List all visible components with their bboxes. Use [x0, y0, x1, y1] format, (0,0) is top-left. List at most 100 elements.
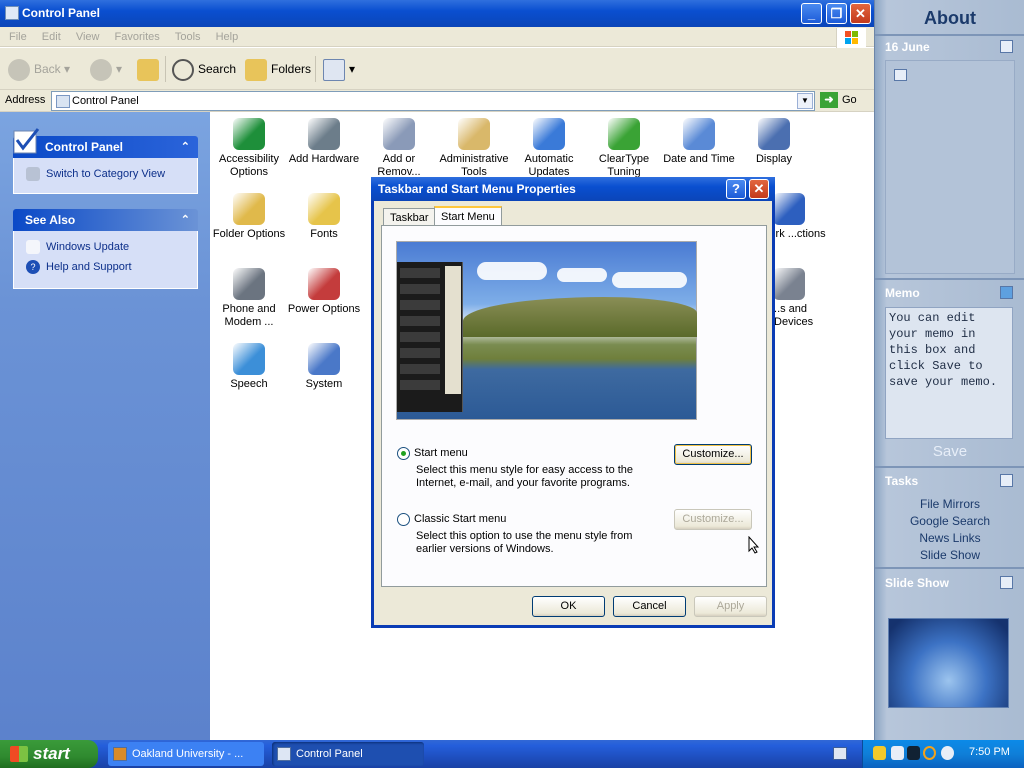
- switch-to-category-view-link[interactable]: Switch to Category View: [26, 167, 165, 181]
- cleartype-tuning-item[interactable]: ClearType Tuning: [586, 118, 662, 179]
- search-button[interactable]: Search: [172, 56, 236, 82]
- collapse-chevron-icon[interactable]: ⌃: [181, 140, 190, 153]
- memo-header: Memo: [875, 282, 1024, 304]
- task-news-links[interactable]: News Links: [875, 531, 1024, 545]
- date-and-time-item[interactable]: Date and Time: [661, 118, 737, 166]
- toolbar-separator: [165, 56, 166, 82]
- date-header: 16 June: [875, 36, 1024, 58]
- classic-start-menu-label: Classic Start menu: [414, 513, 507, 525]
- console-tray-icon[interactable]: [907, 746, 920, 760]
- phone-and-modem-item[interactable]: Phone and Modem ...: [211, 268, 287, 329]
- close-button[interactable]: ✕: [850, 3, 871, 24]
- sidebar-about-title[interactable]: About: [875, 8, 1024, 29]
- menu-tools[interactable]: Tools: [175, 27, 201, 47]
- customize-classic-menu-button[interactable]: Customize...: [674, 509, 752, 530]
- address-input[interactable]: Control Panel ▼: [51, 91, 815, 111]
- ok-button[interactable]: OK: [532, 596, 605, 617]
- menu-help[interactable]: Help: [216, 27, 239, 47]
- dialog-title: Taskbar and Start Menu Properties: [378, 182, 576, 196]
- sidebar-divider: [875, 278, 1024, 280]
- standard-toolbar: Back ▾ ▾ Search Folders ▾: [0, 48, 874, 90]
- language-bar-icon[interactable]: [833, 747, 847, 760]
- tasks-title: Tasks: [885, 474, 919, 488]
- restore-button[interactable]: ❐: [826, 3, 847, 24]
- window-titlebar[interactable]: Control Panel _ ❐ ✕: [0, 0, 874, 27]
- administrative-tools-item[interactable]: Administrative Tools: [436, 118, 512, 179]
- volume-tray-icon[interactable]: [941, 746, 954, 760]
- slideshow-image[interactable]: [888, 618, 1009, 708]
- display-icon: [758, 118, 790, 150]
- back-arrow-icon: [8, 58, 30, 81]
- automatic-updates-icon: [533, 118, 565, 150]
- toolbar-separator: [315, 56, 316, 82]
- search-icon: [172, 58, 194, 81]
- sidebar-date: 16 June: [885, 40, 930, 54]
- see-also-pane-header[interactable]: See Also ⌃: [13, 209, 198, 231]
- classic-start-menu-description: Select this option to use the menu style…: [416, 530, 633, 555]
- help-button[interactable]: ?: [726, 179, 746, 199]
- dialog-close-button[interactable]: ✕: [749, 179, 769, 199]
- start-menu-preview-image: [396, 241, 697, 420]
- display-item[interactable]: Display: [736, 118, 812, 166]
- tasks-icon[interactable]: [1000, 474, 1013, 487]
- task-file-mirrors[interactable]: File Mirrors: [875, 497, 1024, 511]
- folders-button[interactable]: Folders: [245, 56, 311, 82]
- go-button[interactable]: ➜ Go: [820, 92, 857, 108]
- start-button[interactable]: start: [0, 740, 98, 768]
- memo-icon[interactable]: [1000, 286, 1013, 299]
- collapse-chevron-icon[interactable]: ⌃: [181, 213, 190, 226]
- dialog-titlebar[interactable]: Taskbar and Start Menu Properties ? ✕: [371, 177, 775, 201]
- task-google-search[interactable]: Google Search: [875, 514, 1024, 528]
- calendar-icon[interactable]: [1000, 40, 1013, 53]
- taskbar-start-menu-properties-dialog: Taskbar and Start Menu Properties ? ✕ Ta…: [371, 177, 775, 628]
- customize-start-menu-button[interactable]: Customize...: [674, 444, 752, 465]
- forward-button[interactable]: ▾: [90, 56, 122, 82]
- classic-start-menu-radio[interactable]: [397, 513, 410, 526]
- folder-options-icon: [233, 193, 265, 225]
- forward-arrow-icon: [90, 58, 112, 81]
- speech-item[interactable]: Speech: [211, 343, 287, 391]
- search-tray-icon[interactable]: [923, 746, 936, 760]
- address-value: Control Panel: [72, 95, 139, 107]
- system-tray: 7:50 PM: [862, 740, 1024, 768]
- menu-file[interactable]: File: [9, 27, 27, 47]
- cancel-button[interactable]: Cancel: [613, 596, 686, 617]
- fonts-folder-icon: [308, 193, 340, 225]
- apply-button[interactable]: Apply: [694, 596, 767, 617]
- minimize-button[interactable]: _: [801, 3, 822, 24]
- menu-edit[interactable]: Edit: [42, 27, 61, 47]
- help-and-support-link[interactable]: ? Help and Support: [26, 260, 132, 274]
- add-hardware-item[interactable]: Add Hardware: [286, 118, 362, 166]
- control-panel-pane-header[interactable]: Control Panel ⌃: [13, 128, 198, 158]
- help-icon: ?: [26, 260, 40, 274]
- control-panel-pane-body: Switch to Category View: [13, 158, 198, 194]
- control-panel-small-icon: [56, 95, 70, 108]
- menu-view[interactable]: View: [76, 27, 100, 47]
- taskbar-item-control-panel[interactable]: Control Panel: [272, 742, 424, 766]
- power-options-item[interactable]: Power Options: [286, 268, 362, 316]
- fonts-item[interactable]: Fonts: [286, 193, 362, 241]
- address-dropdown-icon[interactable]: ▼: [797, 93, 813, 109]
- system-item[interactable]: System: [286, 343, 362, 391]
- back-button[interactable]: Back ▾: [8, 56, 70, 82]
- slideshow-icon[interactable]: [1000, 576, 1013, 589]
- views-button[interactable]: ▾: [323, 56, 355, 82]
- task-slide-show[interactable]: Slide Show: [875, 548, 1024, 562]
- start-label: start: [33, 744, 70, 763]
- network-tray-icon[interactable]: [891, 746, 904, 760]
- start-menu-label: Start menu: [414, 447, 468, 459]
- automatic-updates-item[interactable]: Automatic Updates: [511, 118, 587, 179]
- slideshow-header: Slide Show: [875, 572, 1024, 594]
- memo-textarea[interactable]: You can edit your memo in this box and c…: [885, 307, 1013, 439]
- taskbar-item-oakland-university[interactable]: Oakland University - ...: [108, 742, 264, 766]
- windows-update-link[interactable]: Windows Update: [26, 240, 129, 254]
- address-bar: Address Control Panel ▼ ➜ Go: [0, 90, 874, 112]
- security-shield-icon[interactable]: [873, 746, 886, 760]
- memo-save-button[interactable]: Save: [875, 443, 1024, 460]
- menu-favorites[interactable]: Favorites: [115, 27, 160, 47]
- accessibility-options-item[interactable]: Accessibility Options: [211, 118, 287, 179]
- start-menu-radio[interactable]: [397, 447, 410, 460]
- up-folder-button[interactable]: [137, 56, 163, 82]
- add-remove-programs-item[interactable]: Add or Remov...: [361, 118, 437, 179]
- folder-options-item[interactable]: Folder Options: [211, 193, 287, 241]
